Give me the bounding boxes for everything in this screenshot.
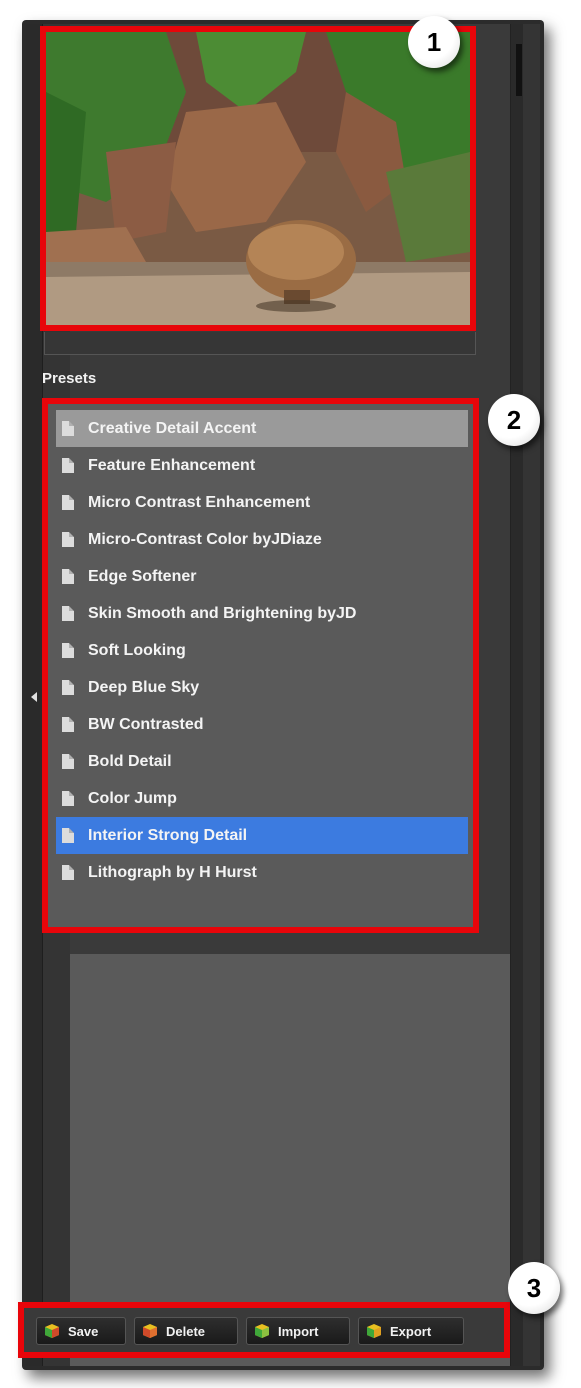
scrollbar-thumb[interactable] <box>516 44 522 96</box>
callout-2: 2 <box>488 394 540 446</box>
preset-item-selected[interactable]: Interior Strong Detail <box>56 817 468 854</box>
preset-item[interactable]: Micro Contrast Enhancement <box>56 484 468 521</box>
export-label: Export <box>390 1323 432 1339</box>
presets-list-highlight: Creative Detail Accent Feature Enhanceme… <box>42 398 479 933</box>
preview-thumbnail <box>40 26 476 331</box>
preset-label: Edge Softener <box>88 567 197 585</box>
preset-label: Feature Enhancement <box>88 456 256 474</box>
callout-1: 1 <box>408 16 460 68</box>
thumbnail-caption-bar <box>44 332 476 355</box>
preset-actions-highlight: Save Delete Import Export <box>18 1302 510 1358</box>
preset-label: Micro-Contrast Color byJDiaze <box>88 530 322 548</box>
callout-3: 3 <box>508 1262 560 1314</box>
preset-label: Bold Detail <box>88 752 172 770</box>
preset-label: Soft Looking <box>88 641 186 659</box>
preview-image <box>46 32 470 325</box>
document-icon <box>62 495 74 510</box>
save-gem-icon <box>45 1324 59 1338</box>
import-label: Import <box>278 1323 319 1339</box>
document-icon <box>62 754 74 769</box>
preset-label: Lithograph by H Hurst <box>88 863 257 881</box>
preset-item[interactable]: Feature Enhancement <box>56 447 468 484</box>
preset-label: BW Contrasted <box>88 715 204 733</box>
preset-item[interactable]: Deep Blue Sky <box>56 669 468 706</box>
preset-item[interactable]: Micro-Contrast Color byJDiaze <box>56 521 468 558</box>
document-icon <box>62 791 74 806</box>
preset-label: Color Jump <box>88 789 177 807</box>
preset-item[interactable]: Edge Softener <box>56 558 468 595</box>
preset-item[interactable]: Skin Smooth and Brightening byJD <box>56 595 468 632</box>
presets-list[interactable]: Creative Detail Accent Feature Enhanceme… <box>56 410 468 891</box>
document-icon <box>62 865 74 880</box>
preset-item[interactable]: Creative Detail Accent <box>56 410 468 447</box>
delete-button[interactable]: Delete <box>134 1317 238 1345</box>
document-icon <box>62 680 74 695</box>
preset-label: Interior Strong Detail <box>88 826 248 844</box>
delete-label: Delete <box>166 1323 206 1339</box>
document-icon <box>62 606 74 621</box>
panel-divider <box>510 24 523 1366</box>
preset-label: Skin Smooth and Brightening byJD <box>88 604 357 622</box>
document-icon <box>62 421 74 436</box>
import-gem-icon <box>255 1324 269 1338</box>
preset-label: Deep Blue Sky <box>88 678 200 696</box>
delete-gem-icon <box>143 1324 157 1338</box>
preset-label: Creative Detail Accent <box>88 419 257 437</box>
preset-item[interactable]: Soft Looking <box>56 632 468 669</box>
document-icon <box>62 569 74 584</box>
import-button[interactable]: Import <box>246 1317 350 1345</box>
presets-heading: Presets <box>42 370 97 387</box>
preset-item[interactable]: Color Jump <box>56 780 468 817</box>
preset-item[interactable]: Bold Detail <box>56 743 468 780</box>
document-icon <box>62 828 74 843</box>
preset-item[interactable]: Lithograph by H Hurst <box>56 854 468 891</box>
document-icon <box>62 532 74 547</box>
collapse-arrow-icon[interactable] <box>31 692 37 702</box>
save-button[interactable]: Save <box>36 1317 126 1345</box>
document-icon <box>62 717 74 732</box>
save-label: Save <box>68 1323 99 1339</box>
document-icon <box>62 643 74 658</box>
preset-item[interactable]: BW Contrasted <box>56 706 468 743</box>
preset-label: Micro Contrast Enhancement <box>88 493 311 511</box>
document-icon <box>62 458 74 473</box>
export-button[interactable]: Export <box>358 1317 464 1345</box>
export-gem-icon <box>367 1324 381 1338</box>
